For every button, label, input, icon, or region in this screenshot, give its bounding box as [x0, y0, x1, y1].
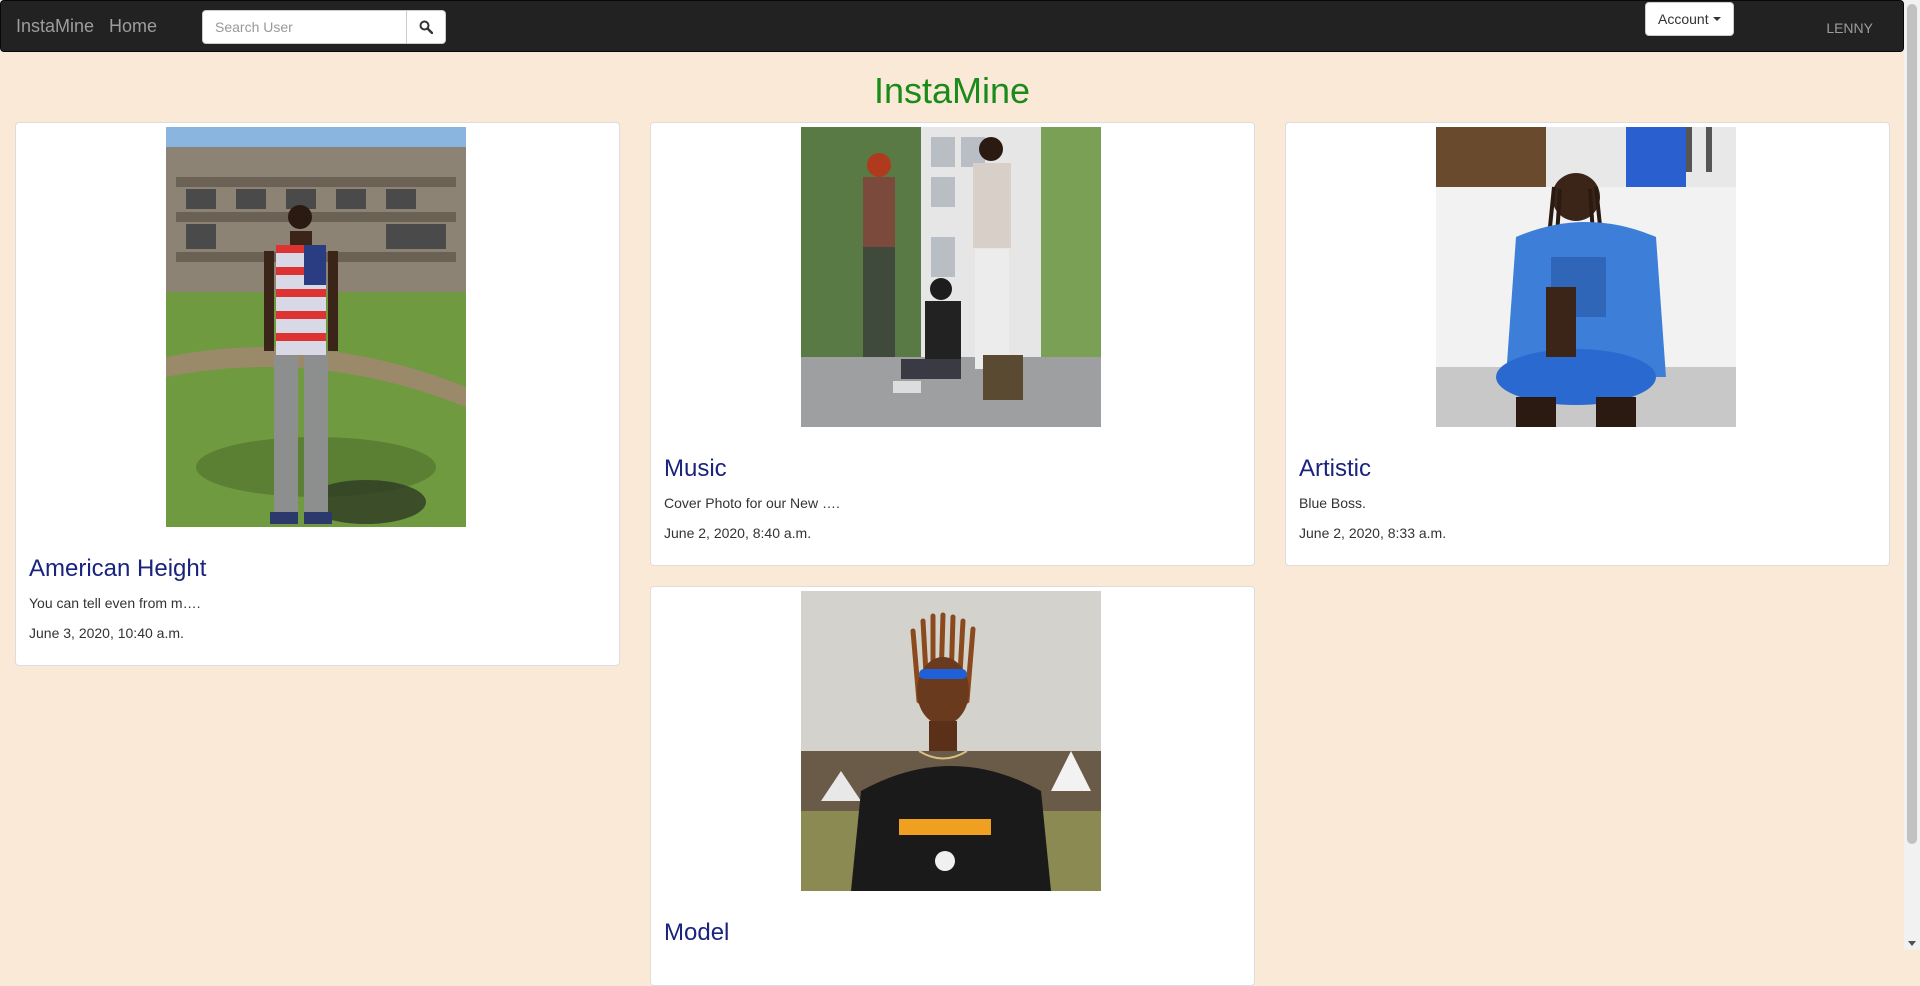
post-title[interactable]: Artistic [1299, 455, 1371, 483]
post-date: June 2, 2020, 8:40 a.m. [664, 525, 812, 541]
search-icon [419, 20, 433, 34]
post-image[interactable] [801, 591, 1101, 891]
post-image[interactable] [1436, 127, 1736, 427]
search-form [202, 10, 446, 44]
post-title[interactable]: Music [664, 455, 727, 483]
search-button[interactable] [407, 10, 446, 44]
post-caption: Blue Boss. [1299, 495, 1366, 511]
post-image[interactable] [801, 127, 1101, 427]
post-date: June 2, 2020, 8:33 a.m. [1299, 525, 1447, 541]
account-label: Account [1658, 11, 1709, 27]
post-card: American Height You can tell even from m… [15, 122, 620, 666]
caret-down-icon [1712, 17, 1721, 21]
post-caption: Cover Photo for our New …. [664, 495, 840, 511]
post-caption: You can tell even from m…. [29, 595, 201, 611]
scroll-down-icon[interactable] [1908, 941, 1916, 946]
post-image[interactable] [166, 127, 466, 527]
top-navbar: InstaMine Home Account LENNY [0, 0, 1904, 52]
search-input[interactable] [202, 10, 407, 44]
post-title[interactable]: Model [664, 919, 729, 947]
post-date: June 3, 2020, 10:40 a.m. [29, 625, 184, 641]
post-card: Music Cover Photo for our New …. June 2,… [650, 122, 1255, 566]
scrollbar-thumb[interactable] [1907, 4, 1917, 844]
brand-link[interactable]: InstaMine [16, 16, 94, 37]
page-title: InstaMine [873, 70, 1031, 111]
post-card: Model [650, 586, 1255, 986]
post-title[interactable]: American Height [29, 555, 206, 583]
username-label[interactable]: LENNY [1826, 20, 1873, 36]
page-scrollbar[interactable] [1904, 0, 1920, 950]
post-card: Artistic Blue Boss. June 2, 2020, 8:33 a… [1285, 122, 1890, 566]
account-dropdown-button[interactable]: Account [1645, 2, 1734, 36]
home-link[interactable]: Home [109, 16, 157, 37]
